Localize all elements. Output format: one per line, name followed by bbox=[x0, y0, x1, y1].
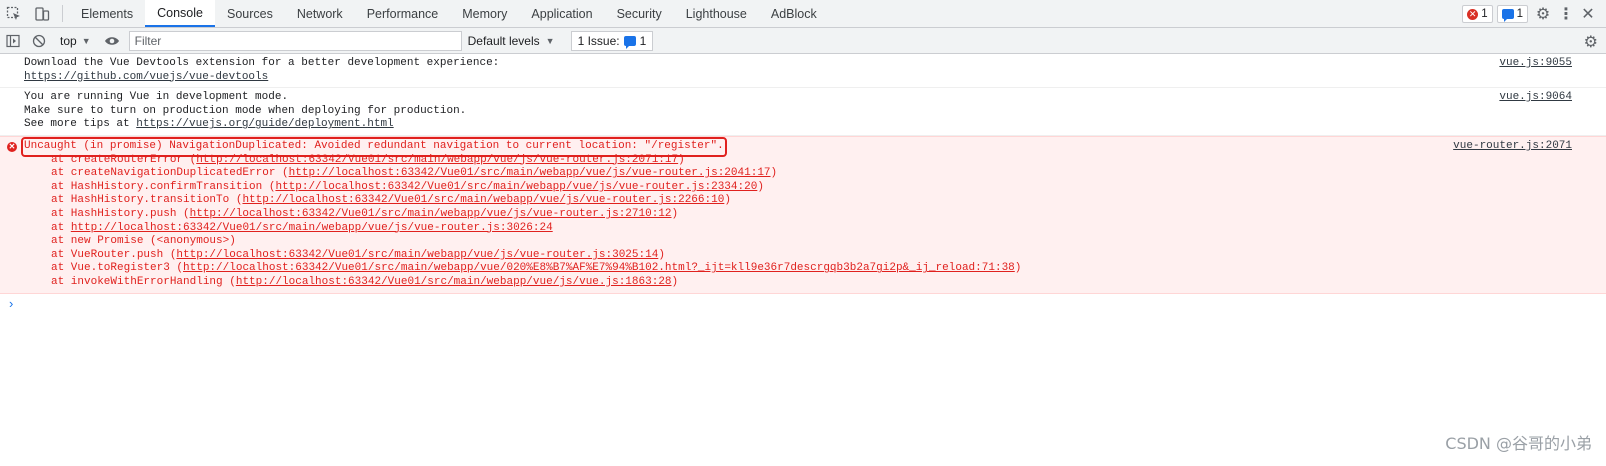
error-icon: ✕ bbox=[1467, 8, 1479, 20]
source-link[interactable]: vue.js:9064 bbox=[1499, 91, 1572, 105]
error-count-badge[interactable]: ✕ 1 bbox=[1462, 5, 1493, 23]
stack-frame-text: at createRouterError ( bbox=[51, 153, 197, 166]
stack-frame-link[interactable]: http://localhost:63342/Vue01/src/main/we… bbox=[176, 249, 658, 261]
stack-frame-text: at VueRouter.push ( bbox=[51, 248, 177, 261]
issues-count: 1 bbox=[639, 33, 647, 48]
stack-frame: at HashHistory.push (http://localhost:63… bbox=[51, 208, 1582, 222]
stack-frame-text: at createNavigationDuplicatedError ( bbox=[51, 167, 289, 180]
stack-frame-text: at HashHistory.confirmTransition ( bbox=[51, 180, 276, 193]
stack-frame-link[interactable]: http://localhost:63342/Vue01/src/main/we… bbox=[236, 276, 672, 288]
context-selector[interactable]: top ▼ bbox=[52, 28, 99, 54]
message-count: 1 bbox=[1516, 8, 1523, 20]
context-value: top bbox=[60, 33, 77, 48]
message-text: You are running Vue in development mode. bbox=[24, 91, 289, 104]
tab-console[interactable]: Console bbox=[145, 0, 215, 27]
stack-frame-text: at new Promise (<anonymous>) bbox=[51, 235, 236, 248]
issues-button[interactable]: 1 Issue: 1 bbox=[570, 30, 654, 51]
tab-performance[interactable]: Performance bbox=[355, 0, 451, 27]
error-message: Uncaught (in promise) NavigationDuplicat… bbox=[21, 137, 727, 157]
stack-frame: at new Promise (<anonymous>) bbox=[51, 235, 1582, 249]
stack-frame-close: ) bbox=[671, 275, 679, 288]
devtools-tabbar: Elements Console Sources Network Performance… bbox=[0, 0, 1606, 28]
stack-frame: at VueRouter.push (http://localhost:6334… bbox=[51, 249, 1582, 263]
chevron-down-icon: ▼ bbox=[81, 35, 91, 46]
stack-frame-text: at Vue.toRegister3 ( bbox=[51, 262, 184, 275]
clear-console-icon[interactable] bbox=[26, 28, 52, 54]
settings-gear-icon[interactable]: ⚙ bbox=[1532, 4, 1554, 24]
stack-frame-link[interactable]: http://localhost:63342/Vue01/src/main/we… bbox=[196, 154, 678, 166]
watermark: CSDN @谷哥的小弟 bbox=[1445, 434, 1592, 453]
inspect-element-icon[interactable] bbox=[0, 0, 28, 28]
stack-frame-text: at invokeWithErrorHandling ( bbox=[51, 275, 236, 288]
more-options-icon[interactable]: ⋮ bbox=[1558, 4, 1574, 24]
deployment-link[interactable]: https://vuejs.org/guide/deployment.html bbox=[136, 118, 393, 130]
tab-elements[interactable]: Elements bbox=[69, 0, 145, 27]
tab-application[interactable]: Application bbox=[519, 0, 604, 27]
console-error: ✕ Uncaught (in promise) NavigationDuplic… bbox=[0, 135, 1606, 294]
stack-frame-link[interactable]: http://localhost:63342/Vue01/src/main/we… bbox=[71, 222, 553, 234]
message-count-badge[interactable]: 1 bbox=[1496, 5, 1528, 23]
message-text: Make sure to turn on production mode whe… bbox=[24, 104, 467, 117]
live-expression-eye-icon[interactable] bbox=[99, 28, 125, 54]
source-link[interactable]: vue-router.js:2071 bbox=[1453, 140, 1572, 154]
panel-tabs: Elements Console Sources Network Performance… bbox=[69, 0, 829, 27]
stack-frame-link[interactable]: http://localhost:63342/Vue01/src/main/we… bbox=[275, 181, 757, 193]
tips-prefix: See more tips at bbox=[24, 118, 137, 131]
stack-frame-close: ) bbox=[770, 167, 778, 180]
tab-memory[interactable]: Memory bbox=[450, 0, 519, 27]
stack-frame-text: at bbox=[51, 221, 71, 234]
stack-frame: at HashHistory.transitionTo (http://loca… bbox=[51, 194, 1582, 208]
console-message: You are running Vue in development mode.… bbox=[0, 88, 1606, 136]
message-icon bbox=[1501, 9, 1514, 22]
log-levels-label: Default levels bbox=[467, 33, 540, 48]
console-settings-gear-icon[interactable]: ⚙ bbox=[1584, 32, 1598, 52]
chevron-down-icon: ▼ bbox=[545, 35, 555, 46]
filter-input[interactable] bbox=[128, 30, 462, 51]
devtools-link[interactable]: https://github.com/vuejs/vue-devtools bbox=[24, 71, 268, 83]
stack-frame: at HashHistory.confirmTransition (http:/… bbox=[51, 181, 1582, 195]
tab-security[interactable]: Security bbox=[605, 0, 674, 27]
log-levels-dropdown[interactable]: Default levels ▼ bbox=[462, 28, 563, 54]
message-text: Download the Vue Devtools extension for … bbox=[24, 57, 500, 69]
close-icon[interactable]: ✕ bbox=[1578, 4, 1598, 24]
stack-frame: at createRouterError (http://localhost:6… bbox=[51, 154, 1582, 168]
stack-frame-close: ) bbox=[757, 180, 764, 193]
tabbar-right: ✕ 1 1 ⚙ ⋮ ✕ bbox=[1462, 0, 1606, 28]
tab-adblock[interactable]: AdBlock bbox=[759, 0, 829, 27]
stack-trace: at createRouterError (http://localhost:6… bbox=[24, 154, 1582, 290]
console-toolbar: top ▼ Default levels ▼ 1 Issue: 1 ⚙ bbox=[0, 28, 1606, 54]
stack-frame-link[interactable]: http://localhost:63342/Vue01/src/main/we… bbox=[289, 167, 771, 179]
stack-frame: at http://localhost:63342/Vue01/src/main… bbox=[51, 222, 1582, 236]
stack-frame-close: ) bbox=[658, 248, 665, 261]
tab-lighthouse[interactable]: Lighthouse bbox=[674, 0, 759, 27]
stack-frame-link[interactable]: http://localhost:63342/Vue01/src/main/we… bbox=[183, 262, 1015, 274]
stack-frame-text: at HashHistory.transitionTo ( bbox=[51, 194, 243, 207]
console-message: Download the Vue Devtools extension for … bbox=[0, 54, 1606, 89]
issue-icon bbox=[623, 35, 636, 49]
error-count: 1 bbox=[1481, 8, 1488, 20]
stack-frame-text: at HashHistory.push ( bbox=[51, 207, 190, 220]
stack-frame: at Vue.toRegister3 (http://localhost:633… bbox=[51, 262, 1582, 276]
stack-frame-close: ) bbox=[671, 207, 679, 220]
error-icon: ✕ bbox=[7, 141, 17, 152]
source-link[interactable]: vue.js:9055 bbox=[1499, 57, 1572, 71]
console-output: Download the Vue Devtools extension for … bbox=[0, 54, 1606, 466]
stack-frame-close: ) bbox=[724, 194, 731, 207]
tab-network[interactable]: Network bbox=[285, 0, 355, 27]
issues-label: 1 Issue: bbox=[577, 33, 620, 48]
stack-frame-link[interactable]: http://localhost:63342/Vue01/src/main/we… bbox=[190, 208, 672, 220]
stack-frame-close: ) bbox=[1014, 262, 1022, 275]
stack-frame: at createNavigationDuplicatedError (http… bbox=[51, 167, 1582, 181]
show-sidebar-icon[interactable] bbox=[0, 28, 26, 54]
toolbar-divider bbox=[62, 5, 63, 22]
stack-frame: at invokeWithErrorHandling (http://local… bbox=[51, 276, 1582, 290]
device-toolbar-icon[interactable] bbox=[28, 0, 56, 28]
stack-frame-link[interactable]: http://localhost:63342/Vue01/src/main/we… bbox=[242, 194, 724, 206]
stack-frame-close: ) bbox=[678, 153, 685, 166]
tab-sources[interactable]: Sources bbox=[215, 0, 285, 27]
console-prompt-icon[interactable]: › bbox=[9, 297, 13, 311]
